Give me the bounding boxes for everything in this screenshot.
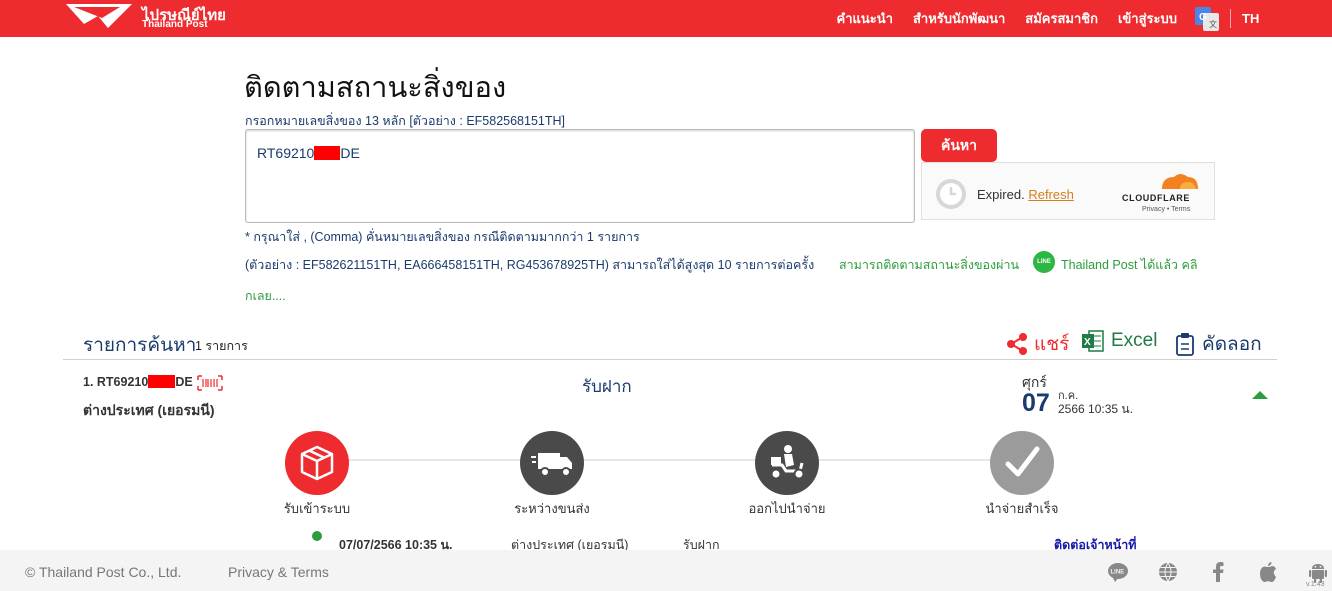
google-translate-icon[interactable]: G 文 (1195, 7, 1219, 31)
collapse-chevron-icon[interactable] (1252, 391, 1268, 399)
language-selector[interactable]: TH (1242, 11, 1259, 26)
main-nav: คำแนะนำ สำหรับนักพัฒนา สมัครสมาชิก เข้าส… (817, 0, 1177, 37)
comma-note: * กรุณาใส่ , (Comma) คั่นหมายเลขสิ่งของ … (245, 230, 640, 244)
thailand-post-logo[interactable]: ไปรษณีย์ไทย Thailand Post (64, 2, 244, 34)
box-icon (300, 445, 334, 481)
line-promo-text[interactable]: สามารถติดตามสถานะสิ่งของผ่าน (839, 255, 1019, 275)
item-date-year-time: 2566 10:35 น. (1058, 402, 1133, 416)
nav-login[interactable]: เข้าสู่ระบบ (1118, 8, 1177, 29)
excel-icon: X (1082, 330, 1104, 352)
excel-button[interactable]: X Excel (1082, 329, 1157, 353)
tracking-number-input[interactable]: RT69210 DE (245, 129, 915, 223)
step-out-for-delivery: ออกไปนำจ่าย (717, 431, 857, 519)
step-delivered: นำจ่ายสำเร็จ (952, 431, 1092, 519)
redaction-block (314, 146, 341, 160)
redaction-block (148, 375, 176, 388)
captcha-status: Expired. Refresh (977, 187, 1074, 202)
step-delivered-circle (990, 431, 1054, 495)
svg-text:文: 文 (1209, 19, 1217, 29)
svg-text:G: G (1199, 12, 1207, 23)
cloudflare-brand: CLOUDFLARE (1122, 193, 1190, 203)
item-number-prefix: 1. RT69210 (83, 375, 149, 389)
cloudflare-logo-icon (1162, 174, 1198, 189)
step-received: รับเข้าระบบ (247, 431, 387, 519)
step-in-transit: ระหว่างขนส่ง (482, 431, 622, 519)
barcode-icon[interactable] (197, 375, 223, 391)
copy-button[interactable]: คัดลอก (1175, 329, 1262, 359)
excel-label: Excel (1111, 330, 1158, 351)
tracking-input-suffix: DE (340, 145, 360, 161)
nav-developers[interactable]: สำหรับนักพัฒนา (913, 8, 1005, 29)
svg-text:X: X (1084, 337, 1091, 348)
svg-text:LINE: LINE (1111, 570, 1125, 576)
nav-guide[interactable]: คำแนะนำ (837, 8, 893, 29)
top-navbar: ไปรษณีย์ไทย Thailand Post คำแนะนำ สำหรับ… (0, 0, 1332, 37)
version-label: v.1.43 (1306, 581, 1325, 588)
truck-icon (531, 453, 572, 477)
progress-line (320, 459, 1020, 461)
clipboard-icon (1176, 333, 1194, 356)
check-icon (1005, 446, 1040, 477)
captcha-expired-text: Expired. (977, 187, 1025, 202)
results-divider (63, 359, 1277, 360)
step-in-transit-circle (520, 431, 584, 495)
footer-copyright: © Thailand Post Co., Ltd. (25, 564, 182, 580)
results-count: 1 รายการ (195, 339, 248, 353)
nav-register[interactable]: สมัครสมาชิก (1025, 8, 1098, 29)
footer-social-icons: LINE (1093, 561, 1332, 583)
item-date-number: 07 (1022, 389, 1050, 417)
line-promo-link-cont[interactable]: กเลย.... (245, 286, 286, 306)
item-number-suffix: DE (175, 375, 193, 389)
instruction-text: กรอกหมายเลขสิ่งของ 13 หลัก [ตัวอย่าง : E… (245, 114, 565, 128)
step-out-for-delivery-label: ออกไปนำจ่าย (748, 501, 826, 516)
share-icon (1007, 333, 1027, 355)
example-note: (ตัวอย่าง : EF582621151TH, EA666458151TH… (245, 258, 815, 272)
captcha-privacy-terms[interactable]: Privacy • Terms (1142, 206, 1190, 213)
logo-envelope-icon (66, 4, 132, 28)
item-status: รับฝาก (582, 377, 632, 396)
results-title: รายการค้นหา (83, 335, 197, 356)
scooter-icon (770, 445, 805, 480)
nav-divider (1230, 9, 1231, 28)
copy-label: คัดลอก (1202, 334, 1262, 355)
step-out-for-delivery-circle (755, 431, 819, 495)
android-icon[interactable] (1293, 561, 1332, 583)
apple-icon[interactable] (1243, 561, 1293, 583)
footer: © Thailand Post Co., Ltd. Privacy & Term… (0, 550, 1332, 591)
step-delivered-label: นำจ่ายสำเร็จ (985, 501, 1059, 516)
share-label: แชร์ (1034, 334, 1070, 355)
step-received-label: รับเข้าระบบ (283, 501, 351, 516)
history-status-dot (312, 531, 322, 541)
tracking-input-prefix: RT69210 (257, 145, 315, 161)
share-button[interactable]: แชร์ (1005, 329, 1069, 359)
cloudflare-captcha: Expired. Refresh CLOUDFLARE Privacy • Te… (921, 162, 1215, 220)
footer-privacy-link[interactable]: Privacy & Terms (228, 564, 329, 580)
page-title: ติดตามสถานะสิ่งของ (244, 72, 507, 104)
line-icon[interactable]: LINE (1093, 561, 1143, 583)
clock-icon (936, 179, 966, 209)
step-in-transit-label: ระหว่างขนส่ง (514, 501, 590, 516)
step-received-circle (285, 431, 349, 495)
line-promo-link[interactable]: Thailand Post ได้แล้ว คลิ (1061, 255, 1198, 275)
globe-icon[interactable] (1143, 561, 1193, 583)
search-button[interactable]: ค้นหา (921, 129, 997, 162)
item-tracking-number: 1. RT69210 DE (83, 375, 193, 389)
item-destination: ต่างประเทศ (เยอรมนี) (83, 402, 215, 418)
captcha-refresh-link[interactable]: Refresh (1028, 187, 1074, 202)
line-icon[interactable]: LINE (1033, 251, 1055, 273)
facebook-icon[interactable] (1193, 561, 1243, 583)
logo-text-en: Thailand Post (142, 19, 208, 30)
